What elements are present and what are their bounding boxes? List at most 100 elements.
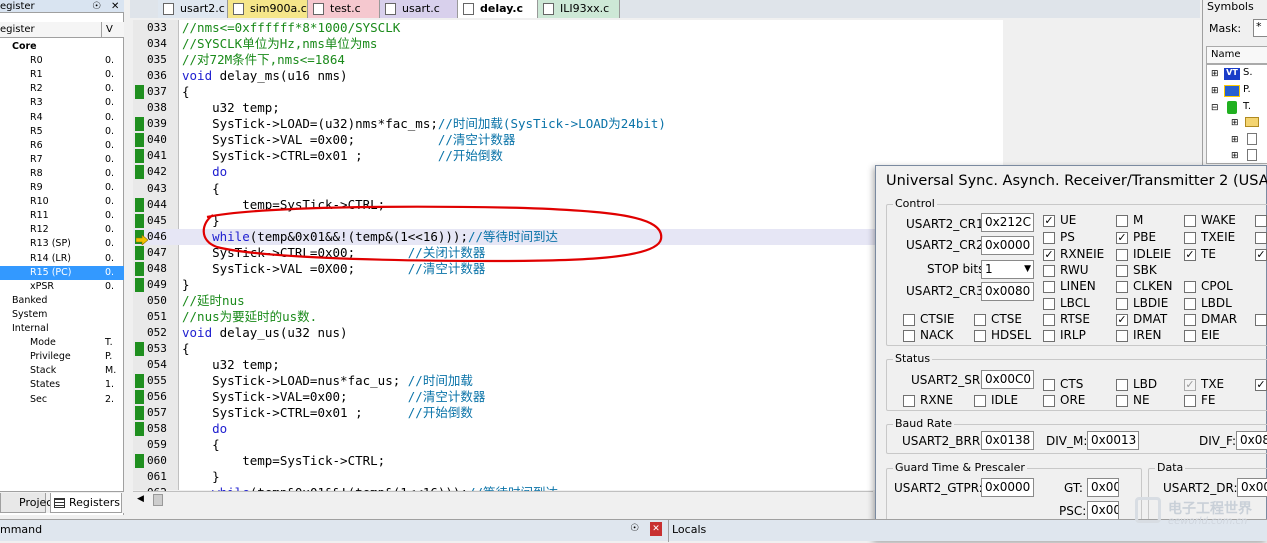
register-row[interactable]: R8 0. [0, 167, 124, 181]
collapse-icon[interactable]: ⊟ [1211, 103, 1219, 113]
status-checkbox-fe[interactable] [1184, 395, 1196, 407]
register-row[interactable]: R5 0. [0, 125, 124, 139]
status-checkbox-txe[interactable] [1184, 379, 1196, 391]
checkbox-ctsie[interactable] [903, 314, 915, 326]
checkbox-clipped[interactable] [1255, 314, 1267, 326]
code-line[interactable]: 033 //nms<=0xffffff*8*1000/SYSCLK [133, 20, 1200, 36]
expand-icon[interactable]: ⊞ [1211, 69, 1219, 79]
code-line[interactable]: 038 u32 temp; [133, 100, 1200, 116]
code-line[interactable]: 035 //对72M条件下,nms<=1864 [133, 52, 1200, 68]
file-tab[interactable]: usart.c [380, 0, 458, 18]
register-row[interactable]: Sec 2. [0, 393, 124, 407]
register-row[interactable]: R15 (PC) 0. [0, 265, 124, 280]
horizontal-scrollbar[interactable]: ◀ [133, 491, 873, 508]
status-checkbox-clipped[interactable] [1255, 379, 1267, 391]
status-checkbox-ne[interactable] [1116, 395, 1128, 407]
code-line[interactable]: 041 SysTick->CTRL=0x01 ; //开始倒数 [133, 148, 1200, 164]
code-line[interactable]: 036 void delay_ms(u16 nms) [133, 68, 1200, 84]
symbols-tree[interactable]: ⊞ VT S. ⊞ P. ⊟ T. ⊞ ⊞ ⊞ [1206, 64, 1267, 164]
register-row[interactable]: R4 0. [0, 111, 124, 125]
checkbox-wake[interactable] [1184, 215, 1196, 227]
file-tab[interactable]: delay.c [458, 0, 538, 18]
register-row[interactable]: xPSR 0. [0, 280, 124, 294]
register-row[interactable]: R14 (LR) 0. [0, 252, 124, 266]
gtpr-field[interactable]: 0x0000 [981, 478, 1034, 497]
checkbox-lbdie[interactable] [1116, 298, 1128, 310]
register-row[interactable]: Internal [0, 322, 124, 336]
checkbox-lbdl[interactable] [1184, 298, 1196, 310]
cr2-field[interactable]: 0x0000 [981, 236, 1034, 255]
register-row[interactable]: R6 0. [0, 139, 124, 153]
checkbox-hdsel[interactable] [974, 330, 986, 342]
gt-field[interactable]: 0x00 [1087, 478, 1119, 497]
status-checkbox-ore[interactable] [1043, 395, 1055, 407]
symbol-item-0[interactable]: S. [1243, 67, 1253, 78]
checkbox-te[interactable] [1184, 249, 1196, 261]
checkbox-nack[interactable] [903, 330, 915, 342]
checkbox-eie[interactable] [1184, 330, 1196, 342]
expand-icon[interactable]: ⊞ [1231, 151, 1239, 161]
checkbox-lbcl[interactable] [1043, 298, 1055, 310]
scroll-thumb[interactable] [153, 494, 163, 506]
checkbox-rxneie[interactable] [1043, 249, 1055, 261]
register-row[interactable]: R9 0. [0, 181, 124, 195]
cr3-field[interactable]: 0x0080 [981, 282, 1034, 301]
file-tab[interactable]: test.c [308, 0, 380, 18]
close-icon[interactable]: ✕ [650, 522, 662, 536]
register-row[interactable]: Core [0, 40, 124, 54]
symbol-item-1[interactable]: P. [1243, 84, 1251, 95]
expand-icon[interactable]: ⊞ [1231, 118, 1239, 128]
mask-input[interactable]: * [1253, 19, 1267, 37]
checkbox-clken[interactable] [1116, 281, 1128, 293]
checkbox-txeie[interactable] [1184, 232, 1196, 244]
register-row[interactable]: System [0, 308, 124, 322]
checkbox-rwu[interactable] [1043, 265, 1055, 277]
checkbox-m[interactable] [1116, 215, 1128, 227]
checkbox-dmat[interactable] [1116, 314, 1128, 326]
checkbox-iren[interactable] [1116, 330, 1128, 342]
checkbox-clipped[interactable] [1255, 232, 1267, 244]
psc-field[interactable]: 0x00 [1087, 501, 1119, 520]
checkbox-clipped[interactable] [1255, 215, 1267, 227]
pin-icon[interactable]: ☉ [630, 523, 639, 534]
status-checkbox-idle[interactable] [974, 395, 986, 407]
checkbox-clipped[interactable] [1255, 249, 1267, 261]
checkbox-sbk[interactable] [1116, 265, 1128, 277]
checkbox-linen[interactable] [1043, 281, 1055, 293]
checkbox-ue[interactable] [1043, 215, 1055, 227]
status-checkbox-cts[interactable] [1043, 379, 1055, 391]
checkbox-irlp[interactable] [1043, 330, 1055, 342]
register-row[interactable]: R12 0. [0, 223, 124, 237]
scroll-left-icon[interactable]: ◀ [137, 494, 144, 504]
checkbox-cpol[interactable] [1184, 281, 1196, 293]
register-row[interactable]: R10 0. [0, 195, 124, 209]
register-row[interactable]: R3 0. [0, 96, 124, 110]
close-icon[interactable]: ✕ [111, 0, 119, 13]
brr-field[interactable]: 0x0138 [981, 431, 1034, 450]
cr1-field[interactable]: 0x212C [981, 213, 1034, 232]
sr-field[interactable]: 0x00C0 [981, 370, 1034, 389]
code-line[interactable]: 040 SysTick->VAL =0x00; //清空计数器 [133, 132, 1200, 148]
dr-field[interactable]: 0x0000 [1237, 478, 1267, 497]
pin-icon[interactable]: ☉ [92, 0, 101, 13]
register-row[interactable]: Mode T. [0, 336, 124, 350]
register-row[interactable]: States 1. [0, 378, 124, 392]
expand-icon[interactable]: ⊞ [1211, 86, 1219, 96]
div-m-field[interactable]: 0x0013 [1087, 431, 1139, 450]
checkbox-rtse[interactable] [1043, 314, 1055, 326]
tab-registers[interactable]: Registers [50, 493, 122, 513]
register-row[interactable]: Stack M. [0, 364, 124, 378]
status-checkbox-rxne[interactable] [903, 395, 915, 407]
editor-splitter[interactable] [127, 20, 132, 490]
file-tab[interactable]: ILI93xx.c [538, 0, 620, 18]
tab-project[interactable]: Project [0, 493, 57, 513]
file-tab[interactable]: sim900a.c [228, 0, 308, 18]
register-row[interactable]: Privilege P. [0, 350, 124, 364]
code-line[interactable]: 039 SysTick->LOAD=(u32)nms*fac_ms;//时间加载… [133, 116, 1200, 132]
register-row[interactable]: R7 0. [0, 153, 124, 167]
checkbox-pbe[interactable] [1116, 232, 1128, 244]
code-line[interactable]: 034 //SYSCLK单位为Hz,nms单位为ms [133, 36, 1200, 52]
expand-icon[interactable]: ⊞ [1231, 135, 1239, 145]
register-row[interactable]: R11 0. [0, 209, 124, 223]
file-tab[interactable]: usart2.c [158, 0, 228, 18]
